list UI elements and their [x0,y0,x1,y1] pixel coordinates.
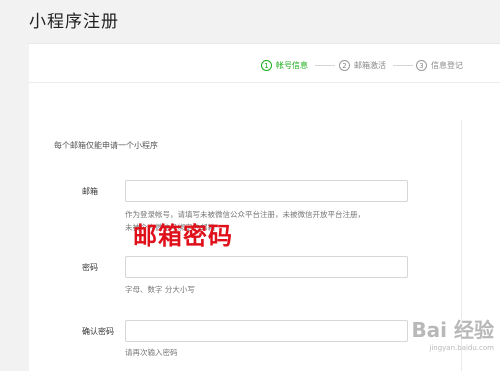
step-divider [393,65,413,66]
password-label: 密码 [82,263,98,272]
step-label: 帐号信息 [276,60,308,70]
password-hint: 字母、数字 分大小写 [125,285,195,294]
step-info-registration: 3 信息登记 [416,58,463,72]
step-divider [315,65,335,66]
watermark: Bai 经验 jingyan.baidu.com [411,314,494,352]
email-field[interactable] [125,180,408,202]
page-title: 小程序注册 [29,12,119,32]
intro-text: 每个邮箱仅能申请一个小程序 [54,141,158,150]
step-number: 1 [261,59,272,71]
step-email-activation: 2 邮箱激活 [339,58,386,72]
annotation-overlay: 邮箱密码 [133,222,233,250]
password-field[interactable] [125,256,408,278]
watermark-logo: Bai 经验 [411,314,494,343]
confirm-password-hint: 请再次输入密码 [125,348,178,357]
watermark-logo-text: Bai 经验 [411,318,494,342]
step-account-info: 1 帐号信息 [261,58,308,72]
step-number: 3 [416,59,427,71]
step-label: 邮箱激活 [354,60,386,70]
step-number: 2 [339,59,350,71]
steps-bar: 1 帐号信息 2 邮箱激活 3 信息登记 [29,44,500,83]
confirm-password-label: 确认密码 [82,327,114,336]
confirm-password-field[interactable] [125,320,408,342]
email-label: 邮箱 [82,187,98,196]
step-label: 信息登记 [431,60,463,70]
watermark-url: jingyan.baidu.com [429,344,494,352]
